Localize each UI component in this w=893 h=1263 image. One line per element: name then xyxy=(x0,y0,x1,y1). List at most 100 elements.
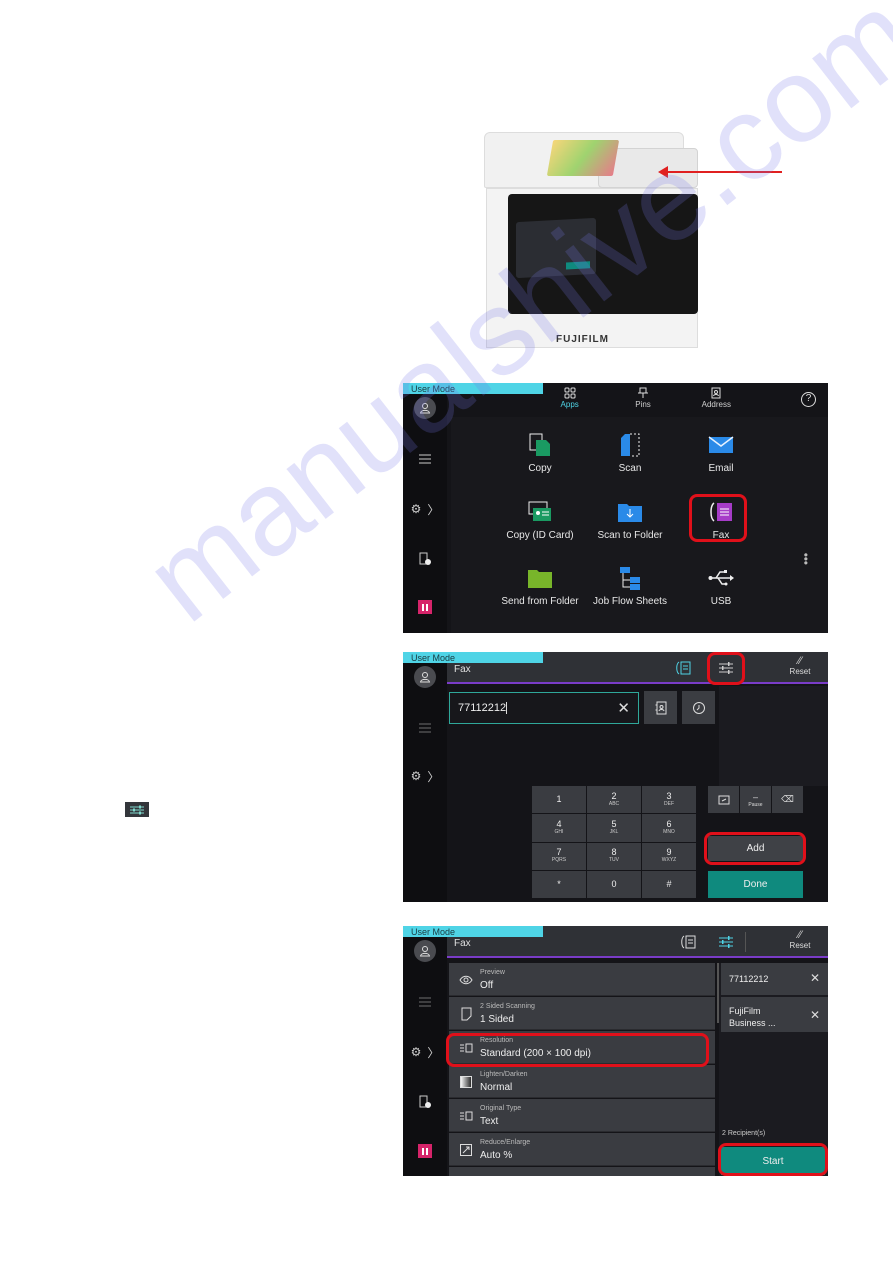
usb-icon xyxy=(707,564,735,592)
fax-features-screen: ⚙ 〉 Fax ⁄⁄ Reset User Mode Preview Off 2… xyxy=(403,926,828,1176)
done-button[interactable]: Done xyxy=(708,871,803,898)
job-transfer-icon xyxy=(419,723,431,733)
key-5[interactable]: 5 JKL xyxy=(587,814,641,842)
printer-brand: FUJIFILM xyxy=(556,334,609,345)
fax-number-value: 77112212 xyxy=(458,702,507,714)
chevron-right-icon: 〉 xyxy=(427,769,440,784)
help-button[interactable]: ? xyxy=(801,392,816,407)
app-copy[interactable]: Copy xyxy=(495,431,585,474)
feature-reduce-enlarge[interactable]: Reduce/Enlarge Auto % xyxy=(449,1133,715,1166)
printer-illustration: FUJIFILM xyxy=(478,128,708,348)
job-transfer-icon xyxy=(419,454,431,464)
tab-pins-label: Pins xyxy=(635,400,651,409)
tone-key[interactable] xyxy=(708,786,739,813)
clear-icon[interactable]: ✕ xyxy=(617,699,630,717)
email-icon xyxy=(707,431,735,459)
tab-apps[interactable]: Apps xyxy=(535,383,605,417)
chevron-right-icon: 〉 xyxy=(427,1045,440,1060)
pause-button[interactable] xyxy=(403,1141,447,1161)
fax-number-input[interactable]: 77112212 ✕ xyxy=(449,692,639,724)
app-scan-to-folder-label: Scan to Folder xyxy=(597,530,663,541)
app-copy-id-card[interactable]: Copy (ID Card) xyxy=(495,498,585,541)
device-info-button[interactable] xyxy=(403,549,447,569)
gear-icon: ⚙ xyxy=(410,769,422,783)
key-9[interactable]: 9 WXYZ xyxy=(642,842,696,870)
more-pages-indicator[interactable]: • • • xyxy=(804,549,808,569)
app-copy-id-card-label: Copy (ID Card) xyxy=(506,530,574,541)
key-1[interactable]: 1 xyxy=(532,786,586,814)
callout-arrow xyxy=(658,166,782,178)
reset-icon: ⁄⁄ xyxy=(798,655,802,667)
pause-icon xyxy=(418,1144,432,1158)
app-send-from-folder[interactable]: Send from Folder xyxy=(495,564,585,607)
job-status-button[interactable] xyxy=(403,718,447,738)
key-star[interactable]: * xyxy=(532,870,586,898)
address-book-button[interactable] xyxy=(644,691,677,724)
feature-next-partial[interactable] xyxy=(449,1167,715,1176)
fax-address-entry-button[interactable] xyxy=(677,934,699,950)
fax-settings-button[interactable] xyxy=(715,934,737,950)
text-caret xyxy=(506,702,508,715)
fax-features-list: Preview Off 2 Sided Scanning 1 Sided Res… xyxy=(449,963,715,1176)
reset-button[interactable]: ⁄⁄ Reset xyxy=(780,655,820,676)
device-info-button[interactable] xyxy=(403,1092,447,1112)
printer-touchscreen xyxy=(516,217,596,279)
gradient-icon xyxy=(459,1075,473,1089)
key-hash[interactable]: # xyxy=(642,870,696,898)
app-scan[interactable]: Scan xyxy=(585,431,675,474)
app-email[interactable]: Email xyxy=(676,431,766,474)
pause-button[interactable] xyxy=(403,597,447,617)
key-8[interactable]: 8 TUV xyxy=(587,842,641,870)
address-book-icon xyxy=(655,701,666,714)
remove-recipient-icon[interactable]: ✕ xyxy=(810,1008,820,1022)
settings-button[interactable]: ⚙ 〉 xyxy=(403,499,447,519)
remove-recipient-icon[interactable]: ✕ xyxy=(810,971,820,985)
reset-label: Reset xyxy=(789,941,811,950)
resolution-highlight-box xyxy=(446,1033,709,1067)
left-rail: ⚙ 〉 xyxy=(403,926,447,1176)
key-7[interactable]: 7 PQRS xyxy=(532,842,586,870)
app-copy-label: Copy xyxy=(528,463,552,474)
key-3[interactable]: 3 DEF xyxy=(642,786,696,814)
page-icon xyxy=(459,1007,473,1021)
pause-label: Pause xyxy=(748,801,763,808)
address-book-icon xyxy=(711,386,721,400)
app-email-label: Email xyxy=(708,463,734,474)
recipient-item[interactable]: FujiFilm Business ... ✕ xyxy=(721,997,828,1032)
key-4[interactable]: 4 GHI xyxy=(532,814,586,842)
feature-2-sided-scanning[interactable]: 2 Sided Scanning 1 Sided xyxy=(449,997,715,1030)
user-avatar-button[interactable] xyxy=(414,666,436,688)
history-button[interactable] xyxy=(682,691,715,724)
key-0[interactable]: 0 xyxy=(587,870,641,898)
feature-preview[interactable]: Preview Off xyxy=(449,963,715,996)
reset-button[interactable]: ⁄⁄ Reset xyxy=(780,929,820,950)
key-2[interactable]: 2 ABC xyxy=(587,786,641,814)
tab-pins[interactable]: Pins xyxy=(608,383,678,417)
job-status-button[interactable] xyxy=(403,449,447,469)
pin-icon xyxy=(637,386,648,400)
tab-address-label: Address xyxy=(701,400,731,409)
settings-button[interactable]: ⚙ 〉 xyxy=(403,1042,447,1062)
app-usb[interactable]: USB xyxy=(676,564,766,607)
right-panel xyxy=(719,686,828,786)
fax-address-entry-button[interactable] xyxy=(672,660,694,676)
recipient-item[interactable]: 77112212 ✕ xyxy=(721,963,828,995)
app-usb-label: USB xyxy=(710,596,732,607)
user-avatar-button[interactable] xyxy=(414,940,436,962)
backspace-key[interactable]: ⌫ xyxy=(772,786,803,813)
user-mode-banner: User Mode xyxy=(403,383,543,394)
reset-icon: ⁄⁄ xyxy=(798,929,802,941)
pause-key[interactable]: – Pause xyxy=(740,786,771,813)
feature-lighten-darken[interactable]: Lighten/Darken Normal xyxy=(449,1065,715,1098)
job-status-button[interactable] xyxy=(403,992,447,1012)
user-avatar-button[interactable] xyxy=(414,397,436,419)
tab-apps-label: Apps xyxy=(560,400,579,409)
feature-original-type[interactable]: Original Type Text xyxy=(449,1099,715,1132)
apps-grid-icon xyxy=(564,386,576,400)
app-scan-to-folder[interactable]: Scan to Folder xyxy=(585,498,675,541)
tab-address[interactable]: Address xyxy=(681,383,751,417)
settings-button[interactable]: ⚙ 〉 xyxy=(403,766,447,786)
settings-sliders-icon xyxy=(719,936,733,948)
key-6[interactable]: 6 MNO xyxy=(642,814,696,842)
app-job-flow-sheets[interactable]: Job Flow Sheets xyxy=(585,564,675,607)
